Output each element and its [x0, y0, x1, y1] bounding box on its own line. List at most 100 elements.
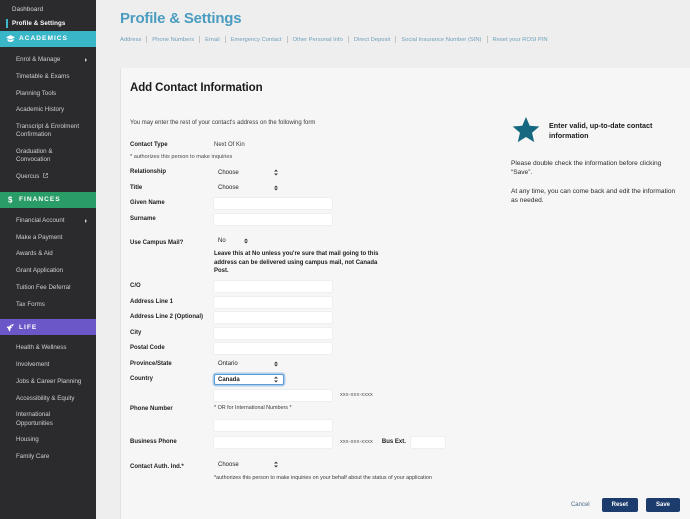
bus-ext-input[interactable] — [411, 437, 445, 448]
select-arrows-icon — [273, 375, 278, 384]
country-select-value: Canada — [218, 377, 240, 383]
label-address-line-1: Address Line 1 — [130, 297, 214, 307]
country-select[interactable]: Canada — [214, 374, 284, 385]
label-address-line-2: Address Line 2 (Optional) — [130, 312, 214, 322]
subnav-link-emergency-contact[interactable]: Emergency Contact — [226, 37, 287, 43]
surname-input[interactable] — [214, 214, 332, 225]
select-arrows-icon — [273, 460, 278, 469]
campus-mail-select[interactable]: No — [214, 236, 254, 247]
sidebar-item-housing[interactable]: Housing — [0, 432, 96, 449]
subnav-link-email[interactable]: Email — [200, 37, 225, 43]
sidebar-item-profile-settings[interactable]: Profile & Settings — [0, 16, 96, 30]
sidebar-item-timetable-exams[interactable]: Timetable & Exams — [0, 69, 96, 86]
label-country: Country — [130, 374, 214, 384]
sidebar-item-tax-forms[interactable]: Tax Forms — [0, 296, 96, 313]
sidebar-item-accessibility-equity[interactable]: Accessibility & Equity — [0, 390, 96, 407]
sidebar-item-label: Health & Wellness — [16, 344, 66, 351]
sidebar-item-grant-application[interactable]: Grant Application — [0, 263, 96, 280]
field-row-address-line-2: Address Line 2 (Optional) — [130, 312, 530, 323]
sidebar-item-label: Tuition Fee Deferral — [16, 284, 70, 291]
relationship-select[interactable]: Choose — [214, 167, 284, 178]
sidebar-item-family-care[interactable]: Family Care — [0, 449, 96, 466]
select-arrows-icon — [243, 237, 248, 246]
title-select[interactable]: Choose — [214, 183, 284, 194]
label-given-name: Given Name — [130, 198, 214, 208]
sidebar-item-involvement[interactable]: Involvement — [0, 357, 96, 374]
field-row-city: City — [130, 328, 530, 339]
sidebar-item-academic-history[interactable]: Academic History — [0, 102, 96, 119]
sidebar-item-make-a-payment[interactable]: Make a Payment — [0, 229, 96, 246]
address-line-1-input[interactable] — [214, 297, 332, 308]
contact-form-card: Add Contact Information You may enter th… — [120, 68, 690, 519]
campus-mail-note: Leave this at No unless you're sure that… — [214, 250, 386, 276]
sidebar-item-label: Quercus — [16, 173, 39, 180]
chevron-right-icon — [85, 219, 87, 223]
label-bus-ext: Bus Ext. — [382, 439, 406, 445]
subnav-link-direct-deposit[interactable]: Direct Deposit — [349, 37, 395, 43]
sidebar-item-health-wellness[interactable]: Health & Wellness — [0, 340, 96, 357]
sidebar-section-label: FINANCES — [19, 196, 61, 203]
sidebar-item-label: Dashboard — [12, 6, 43, 13]
contact-form: Contact Type Next Of Kin * authorizes th… — [130, 140, 530, 481]
sidebar-item-graduation-convocation[interactable]: Graduation & Convocation — [0, 144, 96, 169]
svg-text:$: $ — [8, 196, 13, 205]
info-callout-paragraph-2: At any time, you can come back and edit … — [511, 187, 681, 206]
subnav-link-sin[interactable]: Social Insurance Number (SIN) — [396, 37, 486, 43]
sidebar-item-label: Planning Tools — [16, 90, 56, 97]
sidebar-section-finances[interactable]: $ FINANCES — [0, 192, 96, 208]
subnav-link-reset-rosi-pin[interactable]: Reset your ROSI PIN — [488, 37, 553, 43]
label-city: City — [130, 328, 214, 338]
address-line-2-input[interactable] — [214, 312, 332, 323]
sidebar-item-quercus[interactable]: Quercus — [0, 169, 96, 186]
graduation-cap-icon — [6, 35, 15, 42]
title-select-value: Choose — [218, 185, 239, 191]
cancel-button[interactable]: Cancel — [567, 499, 594, 511]
sidebar-item-transcript-enrolment[interactable]: Transcript & Enrolment Confirmation — [0, 119, 96, 144]
chevron-right-icon — [85, 58, 87, 62]
sidebar-item-label: Awards & Aid — [16, 250, 53, 257]
city-input[interactable] — [214, 328, 332, 339]
sidebar-item-jobs-career-planning[interactable]: Jobs & Career Planning — [0, 374, 96, 391]
authorize-note: * authorizes this person to make inquiri… — [130, 154, 530, 160]
subnav-link-address[interactable]: Address — [120, 37, 146, 43]
contact-auth-select[interactable]: Choose — [214, 459, 284, 470]
label-contact-auth-ind: Contact Auth. Ind.* — [130, 453, 214, 472]
info-callout: Enter valid, up-to-date contact informat… — [511, 116, 681, 205]
value-contact-type: Next Of Kin — [214, 140, 245, 148]
co-input[interactable] — [214, 281, 332, 292]
given-name-input[interactable] — [214, 198, 332, 209]
info-callout-paragraph-1: Please double check the information befo… — [511, 159, 681, 178]
form-heading: Add Contact Information — [130, 82, 690, 94]
main-content: Profile & Settings Address Phone Numbers… — [96, 0, 690, 519]
sidebar-item-dashboard[interactable]: Dashboard — [0, 2, 96, 16]
international-numbers-note: * OR for International Numbers * — [214, 405, 530, 411]
sidebar-item-financial-account[interactable]: Financial Account — [0, 213, 96, 230]
field-row-address-line-1: Address Line 1 — [130, 297, 530, 308]
sidebar-section-academics[interactable]: ACADEMICS — [0, 31, 96, 47]
reset-button[interactable]: Reset — [602, 498, 638, 512]
sidebar-item-awards-aid[interactable]: Awards & Aid — [0, 246, 96, 263]
save-button[interactable]: Save — [646, 498, 680, 512]
sidebar: Dashboard Profile & Settings ACADEMICS E… — [0, 0, 96, 519]
sidebar-item-label: Jobs & Career Planning — [16, 378, 81, 385]
subnav-link-phone-numbers[interactable]: Phone Numbers — [147, 37, 199, 43]
business-phone-input[interactable] — [214, 437, 332, 448]
sidebar-item-label: Transcript & Enrolment Confirmation — [16, 123, 79, 138]
sidebar-item-tuition-fee-deferral[interactable]: Tuition Fee Deferral — [0, 280, 96, 297]
sidebar-item-enrol-manage[interactable]: Enrol & Manage — [0, 52, 96, 69]
sidebar-item-planning-tools[interactable]: Planning Tools — [0, 85, 96, 102]
subnav-link-other-personal-info[interactable]: Other Personal Info — [288, 37, 348, 43]
postal-code-input[interactable] — [214, 343, 332, 354]
sidebar-item-label: Accessibility & Equity — [16, 395, 74, 402]
sidebar-item-label: Make a Payment — [16, 234, 62, 241]
international-phone-input[interactable] — [214, 420, 332, 431]
label-contact-type: Contact Type — [130, 140, 214, 150]
sidebar-item-international-opportunities[interactable]: International Opportunities — [0, 407, 96, 432]
sidebar-section-life[interactable]: LIFE — [0, 319, 96, 335]
field-row-business-phone: Business Phone xxx-xxx-xxxx Bus Ext. — [130, 437, 530, 448]
label-business-phone: Business Phone — [130, 437, 214, 447]
field-row-co: C/O — [130, 281, 530, 292]
phone-number-input[interactable] — [214, 390, 332, 401]
province-select[interactable]: Ontario — [214, 359, 284, 370]
sidebar-section-label: ACADEMICS — [19, 35, 68, 42]
